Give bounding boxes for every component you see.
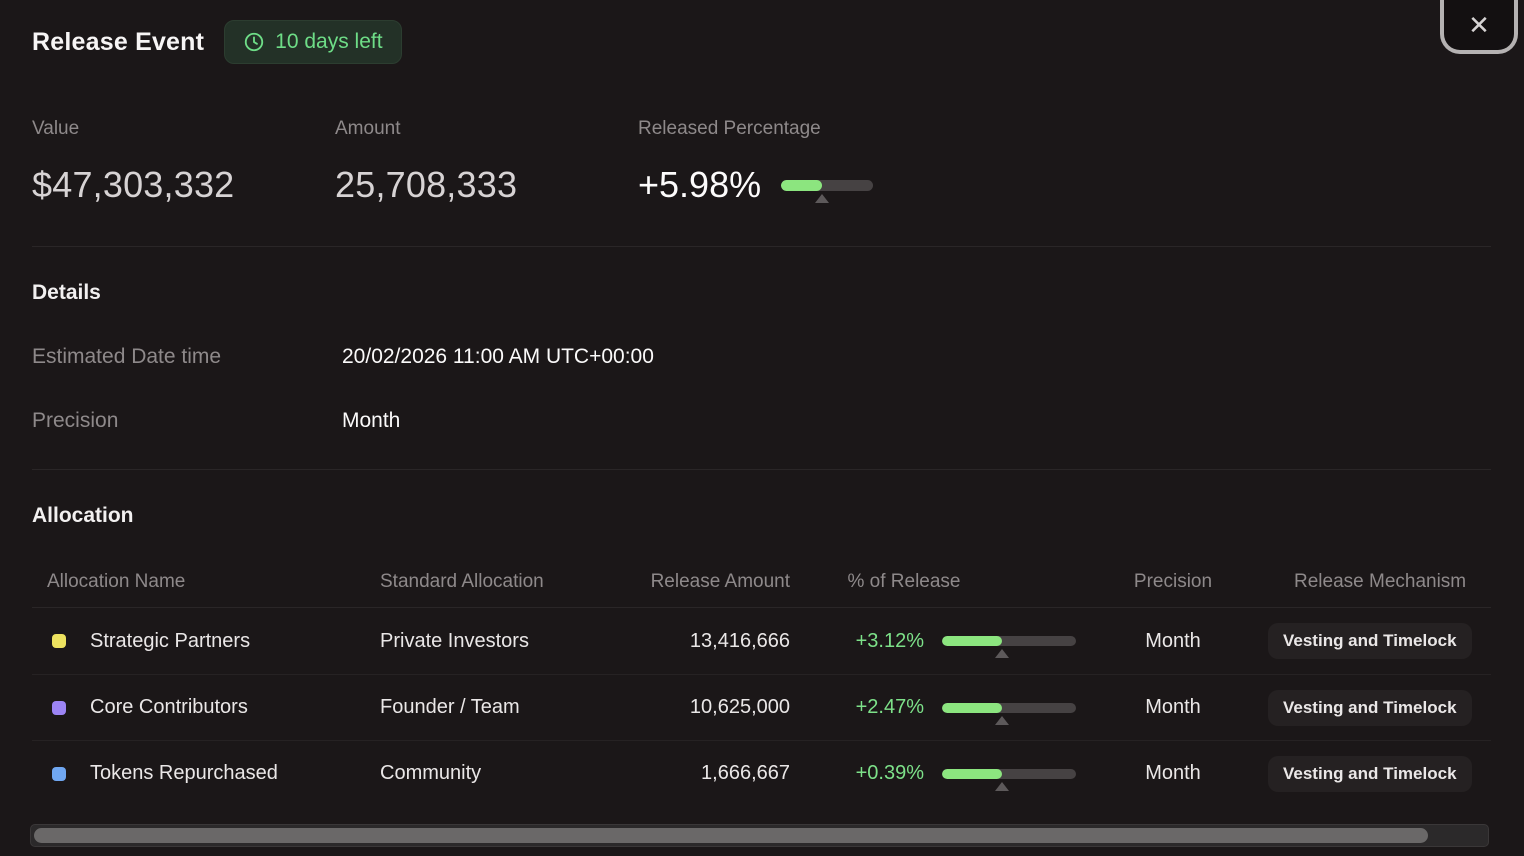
allocation-color-dot xyxy=(52,701,66,715)
stat-amount: Amount 25,708,333 xyxy=(335,118,638,206)
allocation-color-dot xyxy=(52,767,66,781)
allocation-name: Core Contributors xyxy=(90,696,248,719)
table-row[interactable]: Core Contributors Founder / Team 10,625,… xyxy=(32,674,1491,740)
divider xyxy=(32,469,1491,470)
progress-fill xyxy=(942,769,1002,779)
row-progress-bar xyxy=(942,636,1076,646)
stat-released-label: Released Percentage xyxy=(638,118,873,140)
col-allocation-name: Allocation Name xyxy=(32,571,380,593)
pct-of-release: +2.47% xyxy=(790,696,924,719)
stat-released-value: +5.98% xyxy=(638,164,761,206)
row-precision: Month xyxy=(1078,630,1268,653)
modal-header: Release Event 10 days left xyxy=(32,20,1492,64)
page-title: Release Event xyxy=(32,28,204,57)
allocation-heading: Allocation xyxy=(32,504,1492,528)
detail-row-estimated-date: Estimated Date time 20/02/2026 11:00 AM … xyxy=(32,345,1492,369)
standard-allocation: Private Investors xyxy=(380,630,619,653)
progress-marker-icon xyxy=(995,716,1009,725)
progress-track xyxy=(781,180,873,191)
progress-fill xyxy=(781,180,821,191)
stat-released-percentage: Released Percentage +5.98% xyxy=(638,118,873,206)
allocation-color-dot xyxy=(52,634,66,648)
release-mechanism-badge: Vesting and Timelock xyxy=(1268,690,1472,726)
stat-amount-label: Amount xyxy=(335,118,638,140)
release-amount: 10,625,000 xyxy=(619,696,790,719)
col-release-amount: Release Amount xyxy=(619,571,790,593)
row-progress-bar xyxy=(942,769,1076,779)
pct-of-release: +3.12% xyxy=(790,630,924,653)
progress-marker-icon xyxy=(815,194,829,203)
allocation-name: Strategic Partners xyxy=(90,630,250,653)
progress-track xyxy=(942,703,1076,713)
stat-value: Value $47,303,332 xyxy=(32,118,335,206)
estimated-date-value: 20/02/2026 11:00 AM UTC+00:00 xyxy=(342,345,654,369)
col-standard-allocation: Standard Allocation xyxy=(380,571,619,593)
release-amount: 1,666,667 xyxy=(619,762,790,785)
divider xyxy=(32,246,1491,247)
stats-row: Value $47,303,332 Amount 25,708,333 Rele… xyxy=(32,118,1492,206)
close-button[interactable]: ✕ xyxy=(1444,0,1514,50)
horizontal-scrollbar[interactable] xyxy=(30,824,1489,847)
release-mechanism-badge: Vesting and Timelock xyxy=(1268,756,1472,792)
row-progress-bar xyxy=(942,703,1076,713)
row-precision: Month xyxy=(1078,762,1268,785)
progress-fill xyxy=(942,703,1002,713)
progress-marker-icon xyxy=(995,782,1009,791)
row-precision: Month xyxy=(1078,696,1268,719)
col-precision: Precision xyxy=(1078,571,1268,593)
stat-value-amount: $47,303,332 xyxy=(32,164,335,206)
progress-track xyxy=(942,769,1076,779)
progress-track xyxy=(942,636,1076,646)
precision-label: Precision xyxy=(32,409,342,433)
table-header-row: Allocation Name Standard Allocation Rele… xyxy=(32,556,1491,608)
allocation-table: Allocation Name Standard Allocation Rele… xyxy=(32,556,1491,806)
countdown-badge: 10 days left xyxy=(224,20,401,64)
stat-amount-value: 25,708,333 xyxy=(335,164,638,206)
allocation-name: Tokens Repurchased xyxy=(90,762,278,785)
pct-of-release: +0.39% xyxy=(790,762,924,785)
scrollbar-thumb[interactable] xyxy=(34,828,1428,843)
release-mechanism-badge: Vesting and Timelock xyxy=(1268,623,1472,659)
released-progress-bar xyxy=(781,180,873,191)
stat-value-label: Value xyxy=(32,118,335,140)
estimated-date-label: Estimated Date time xyxy=(32,345,342,369)
clock-icon xyxy=(243,31,265,53)
progress-fill xyxy=(942,636,1002,646)
standard-allocation: Community xyxy=(380,762,619,785)
standard-allocation: Founder / Team xyxy=(380,696,619,719)
release-amount: 13,416,666 xyxy=(619,630,790,653)
col-pct-of-release: % of Release xyxy=(790,571,1078,593)
table-row[interactable]: Strategic Partners Private Investors 13,… xyxy=(32,608,1491,674)
progress-marker-icon xyxy=(995,649,1009,658)
close-icon: ✕ xyxy=(1468,12,1490,38)
details-heading: Details xyxy=(32,281,1492,305)
detail-row-precision: Precision Month xyxy=(32,409,1492,433)
table-row[interactable]: Tokens Repurchased Community 1,666,667 +… xyxy=(32,740,1491,806)
col-release-mechanism: Release Mechanism xyxy=(1268,571,1491,593)
release-event-modal: Release Event 10 days left ✕ Value $47,3… xyxy=(0,0,1524,856)
countdown-label: 10 days left xyxy=(275,30,382,54)
precision-value: Month xyxy=(342,409,400,433)
